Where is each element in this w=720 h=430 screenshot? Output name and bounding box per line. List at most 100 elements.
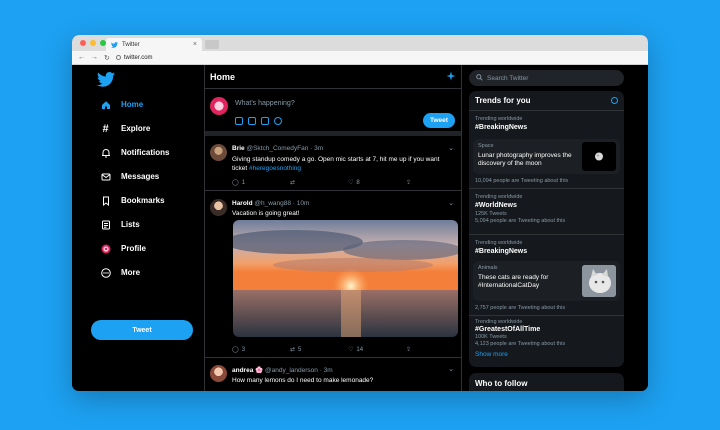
share-button[interactable]: ⇪	[406, 346, 461, 353]
trend-name: #GreatestOfAllTime	[475, 326, 541, 333]
search-placeholder: Search Twitter	[487, 74, 529, 82]
tweet-actions: ◯ 3 ⇄ 5 ♡ 14 ⇪	[232, 346, 461, 354]
trends-title: Trends for you	[475, 96, 531, 105]
author-name[interactable]: Harold	[232, 200, 253, 207]
author-handle: @Sktch_ComedyFan · 3m	[246, 145, 324, 152]
reload-icon[interactable]: ↻	[104, 54, 110, 62]
tweet-text: How many lemons do I need to make lemona…	[232, 377, 374, 384]
compose-input[interactable]: What's happening?	[235, 100, 295, 107]
reply-icon: ◯	[232, 347, 239, 353]
nav-label: More	[121, 268, 141, 277]
sparkle-icon[interactable]	[446, 68, 456, 86]
chevron-down-icon[interactable]: ⌄	[448, 365, 454, 373]
nav-item-home[interactable]: Home	[100, 99, 143, 110]
share-button[interactable]: ⇪	[406, 179, 461, 186]
left-navigation: Home # Explore Notifications Messages Bo…	[72, 65, 204, 391]
nav-label: Notifications	[121, 148, 170, 157]
nav-item-more[interactable]: More	[100, 267, 140, 278]
tweet-text: Vacation is going great!	[232, 210, 300, 217]
divider	[469, 234, 624, 235]
trend-item[interactable]: Trending worldwide #WorldNews 125K Tweet…	[469, 194, 624, 235]
nav-item-notifications[interactable]: Notifications	[100, 147, 169, 158]
trend-count-row: 10,094 people are Tweeting about this	[469, 176, 624, 189]
twitter-logo-icon[interactable]	[97, 72, 115, 87]
trend-item[interactable]: Trending worldwide #GreatestOfAllTime 10…	[475, 319, 620, 347]
reply-button[interactable]: ◯ 3	[232, 346, 290, 354]
tweet-composer: What's happening? Tweet	[205, 89, 461, 136]
new-tab-button[interactable]	[205, 40, 219, 49]
trend-card[interactable]: Space Lunar photography improves the dis…	[473, 139, 620, 174]
trend-tweets: 100K Tweets	[475, 334, 507, 340]
nav-label: Home	[121, 100, 144, 109]
window-controls	[80, 40, 106, 46]
tweet-text: Giving standup comedy a go. Open mic sta…	[232, 155, 454, 173]
nav-item-bookmarks[interactable]: Bookmarks	[100, 195, 165, 206]
who-to-follow-title: Who to follow	[475, 379, 528, 388]
tweet-button[interactable]: Tweet	[91, 320, 193, 340]
nav-item-lists[interactable]: Lists	[100, 219, 140, 230]
moon-thumbnail	[582, 142, 616, 171]
share-icon: ⇪	[406, 180, 412, 186]
poll-icon[interactable]	[261, 117, 269, 125]
trends-panel: Trends for you Trending worldwide #Break…	[469, 91, 624, 367]
nav-item-profile[interactable]: Profile	[100, 243, 146, 254]
card-text: Lunar photography improves the discovery…	[478, 152, 572, 167]
trend-context: Trending worldwide	[475, 194, 523, 200]
list-icon	[100, 219, 111, 230]
avatar[interactable]	[210, 365, 227, 382]
tweet[interactable]: Harold @h_wang88 · 10m ⌄ Vacation is goi…	[205, 191, 461, 358]
trend-item[interactable]: Trending worldwide #BreakingNews	[475, 116, 620, 131]
tweet-meta: Harold @h_wang88 · 10m	[232, 200, 309, 207]
trend-tweets: 125K Tweets	[475, 211, 507, 217]
trend-context: Trending worldwide	[475, 240, 523, 246]
image-icon[interactable]	[235, 117, 243, 125]
heart-icon: ♡	[348, 347, 354, 353]
trend-count: 10,094 people are Tweeting about this	[475, 178, 569, 184]
like-button[interactable]: ♡ 14	[348, 346, 406, 354]
author-name[interactable]: Brie	[232, 145, 245, 152]
minimize-window-button[interactable]	[90, 40, 96, 46]
tweet-photo[interactable]	[233, 220, 458, 337]
back-arrow-icon[interactable]: ←	[78, 54, 85, 61]
retweet-button[interactable]: ⇄ 5	[290, 346, 348, 354]
search-input[interactable]: Search Twitter	[469, 70, 624, 86]
chevron-down-icon[interactable]: ⌄	[448, 199, 454, 207]
address-bar[interactable]: twitter.com	[115, 55, 153, 61]
hashtag-link[interactable]: #heregoesnothing	[249, 165, 301, 172]
tab-close-icon[interactable]: ×	[193, 41, 197, 48]
close-window-button[interactable]	[80, 40, 86, 46]
author-name[interactable]: andrea 🌸	[232, 367, 263, 374]
envelope-icon	[100, 171, 111, 182]
gif-icon[interactable]	[248, 117, 256, 125]
card-text: These cats are ready for #InternationalC…	[478, 274, 549, 289]
reply-count: 3	[241, 346, 246, 353]
card-context: Animals	[478, 265, 498, 271]
right-sidebar: Search Twitter Trends for you Trending w…	[469, 65, 624, 391]
tweet[interactable]: andrea 🌸 @andy_landerson · 3m ⌄ How many…	[205, 358, 461, 391]
trend-card[interactable]: Animals These cats are ready for #Intern…	[473, 261, 620, 301]
show-more-link[interactable]: Show more	[475, 351, 508, 358]
trend-count: 4,123 people are Tweeting about this	[475, 341, 566, 347]
chevron-down-icon[interactable]: ⌄	[448, 144, 454, 152]
avatar	[210, 97, 228, 115]
like-button[interactable]: ♡ 8	[348, 179, 406, 187]
nav-item-messages[interactable]: Messages	[100, 171, 159, 182]
forward-arrow-icon[interactable]: →	[91, 54, 98, 61]
browser-tab[interactable]: Twitter ×	[106, 38, 202, 51]
reply-count: 1	[241, 179, 246, 186]
gear-icon[interactable]	[611, 97, 618, 104]
reply-button[interactable]: ◯ 1	[232, 179, 290, 187]
browser-window: Twitter × ← → ↻ twitter.com Home # Explo…	[72, 35, 648, 391]
tweet[interactable]: Brie @Sktch_ComedyFan · 3m ⌄ Giving stan…	[205, 136, 461, 191]
like-count: 14	[356, 346, 364, 353]
avatar[interactable]	[210, 199, 227, 216]
emoji-icon[interactable]	[274, 117, 282, 125]
bell-icon	[100, 147, 111, 158]
trend-item[interactable]: Trending worldwide #BreakingNews	[475, 240, 620, 255]
search-icon	[476, 73, 483, 83]
retweet-button[interactable]: ⇄	[290, 179, 348, 186]
compose-tweet-button[interactable]: Tweet	[423, 113, 455, 128]
page-title: Home	[210, 71, 236, 82]
nav-item-explore[interactable]: # Explore	[100, 123, 150, 135]
avatar[interactable]	[210, 144, 227, 161]
